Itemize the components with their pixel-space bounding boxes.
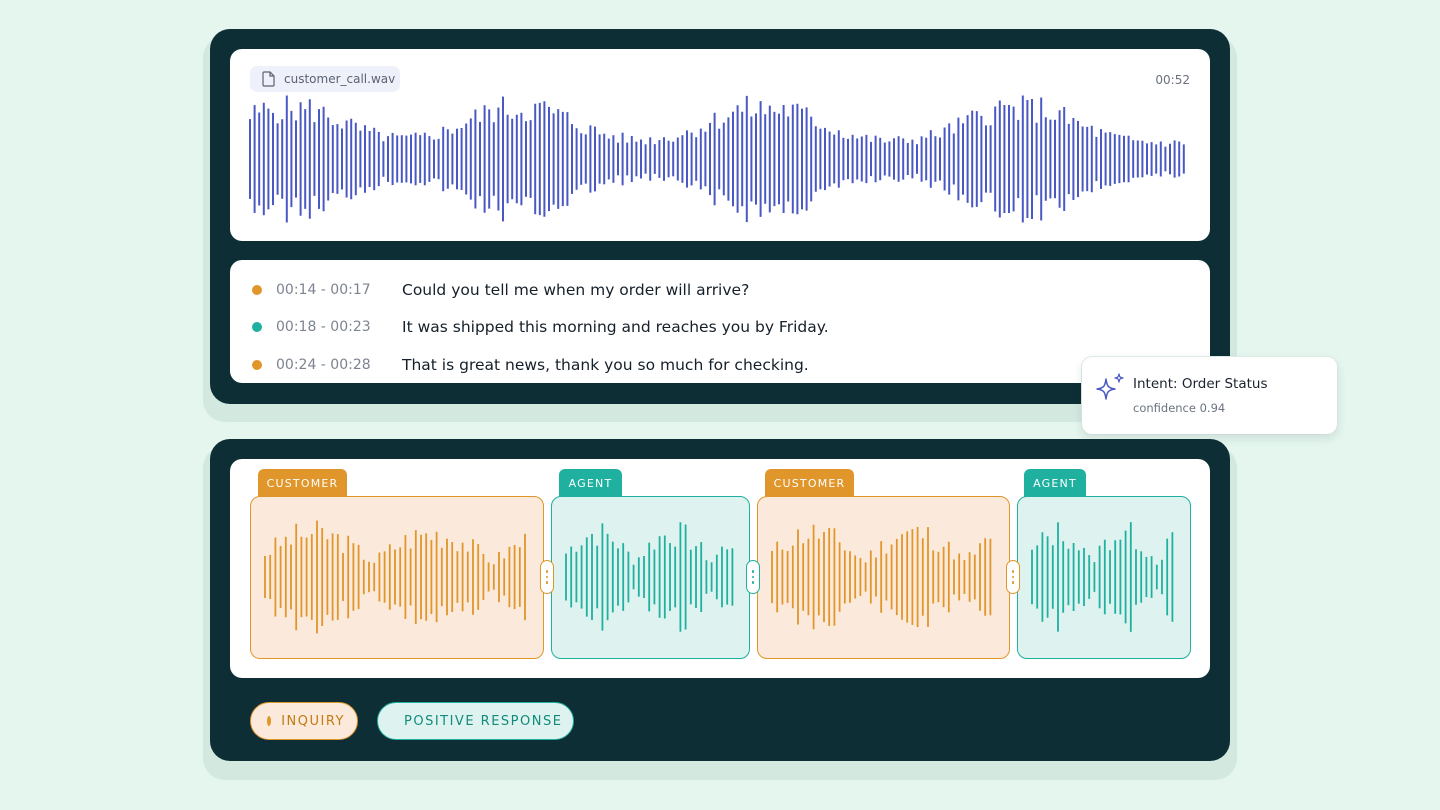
split-handle[interactable]: [1006, 560, 1020, 594]
intent-title: Intent: Order Status: [1133, 376, 1268, 392]
speaker-tag-customer: CUSTOMER: [765, 469, 854, 497]
intent-confidence: confidence 0.94: [1133, 401, 1226, 415]
utterance-text: Could you tell me when my order will arr…: [402, 281, 750, 299]
segment-waveform: [264, 520, 526, 634]
segment-waveform: [1031, 522, 1174, 632]
customer-segment[interactable]: [757, 496, 1010, 659]
customer-segment[interactable]: [250, 496, 544, 659]
sentiment-label: POSITIVE RESPONSE: [404, 713, 563, 729]
split-handle[interactable]: [746, 560, 760, 594]
transcript-row[interactable]: 00:18 - 00:23 It was shipped this mornin…: [230, 315, 1210, 339]
agent-segment[interactable]: [1017, 496, 1191, 659]
speaker-tag-agent: AGENT: [1024, 469, 1086, 497]
utterance-text: It was shipped this morning and reaches …: [402, 318, 829, 336]
agent-segment[interactable]: [551, 496, 750, 659]
speaker-dot: [252, 360, 262, 370]
split-handle[interactable]: [540, 560, 554, 594]
transcript-row[interactable]: 00:24 - 00:28 That is great news, thank …: [230, 353, 1210, 377]
intent-card[interactable]: Intent: Order Status confidence 0.94: [1082, 357, 1337, 434]
speaker-tag-customer: CUSTOMER: [258, 469, 347, 497]
speaker-dot: [252, 322, 262, 332]
main-waveform[interactable]: [230, 49, 1210, 241]
sentiment-dot: [267, 716, 272, 726]
timestamp: 00:24 - 00:28: [276, 357, 371, 373]
sparkle-icon: [1096, 373, 1124, 400]
sentiment-pill-inquiry[interactable]: INQUIRY: [250, 702, 358, 740]
segment-waveform: [771, 524, 992, 630]
transcript-panel: 00:14 - 00:17 Could you tell me when my …: [230, 260, 1210, 383]
timestamp: 00:18 - 00:23: [276, 319, 371, 335]
speaker-tag-agent: AGENT: [559, 469, 622, 497]
utterance-text: That is great news, thank you so much fo…: [402, 356, 809, 374]
sentiment-label: INQUIRY: [281, 713, 345, 729]
transcript-row[interactable]: 00:14 - 00:17 Could you tell me when my …: [230, 278, 1210, 302]
audio-card: customer_call.wav 00:52 00:14 - 00:17 Co…: [210, 29, 1230, 404]
timestamp: 00:14 - 00:17: [276, 282, 371, 298]
waveform-panel: customer_call.wav 00:52: [230, 49, 1210, 241]
segment-waveform: [565, 522, 734, 632]
sentiment-pill-positive[interactable]: POSITIVE RESPONSE: [377, 702, 574, 740]
speaker-dot: [252, 285, 262, 295]
